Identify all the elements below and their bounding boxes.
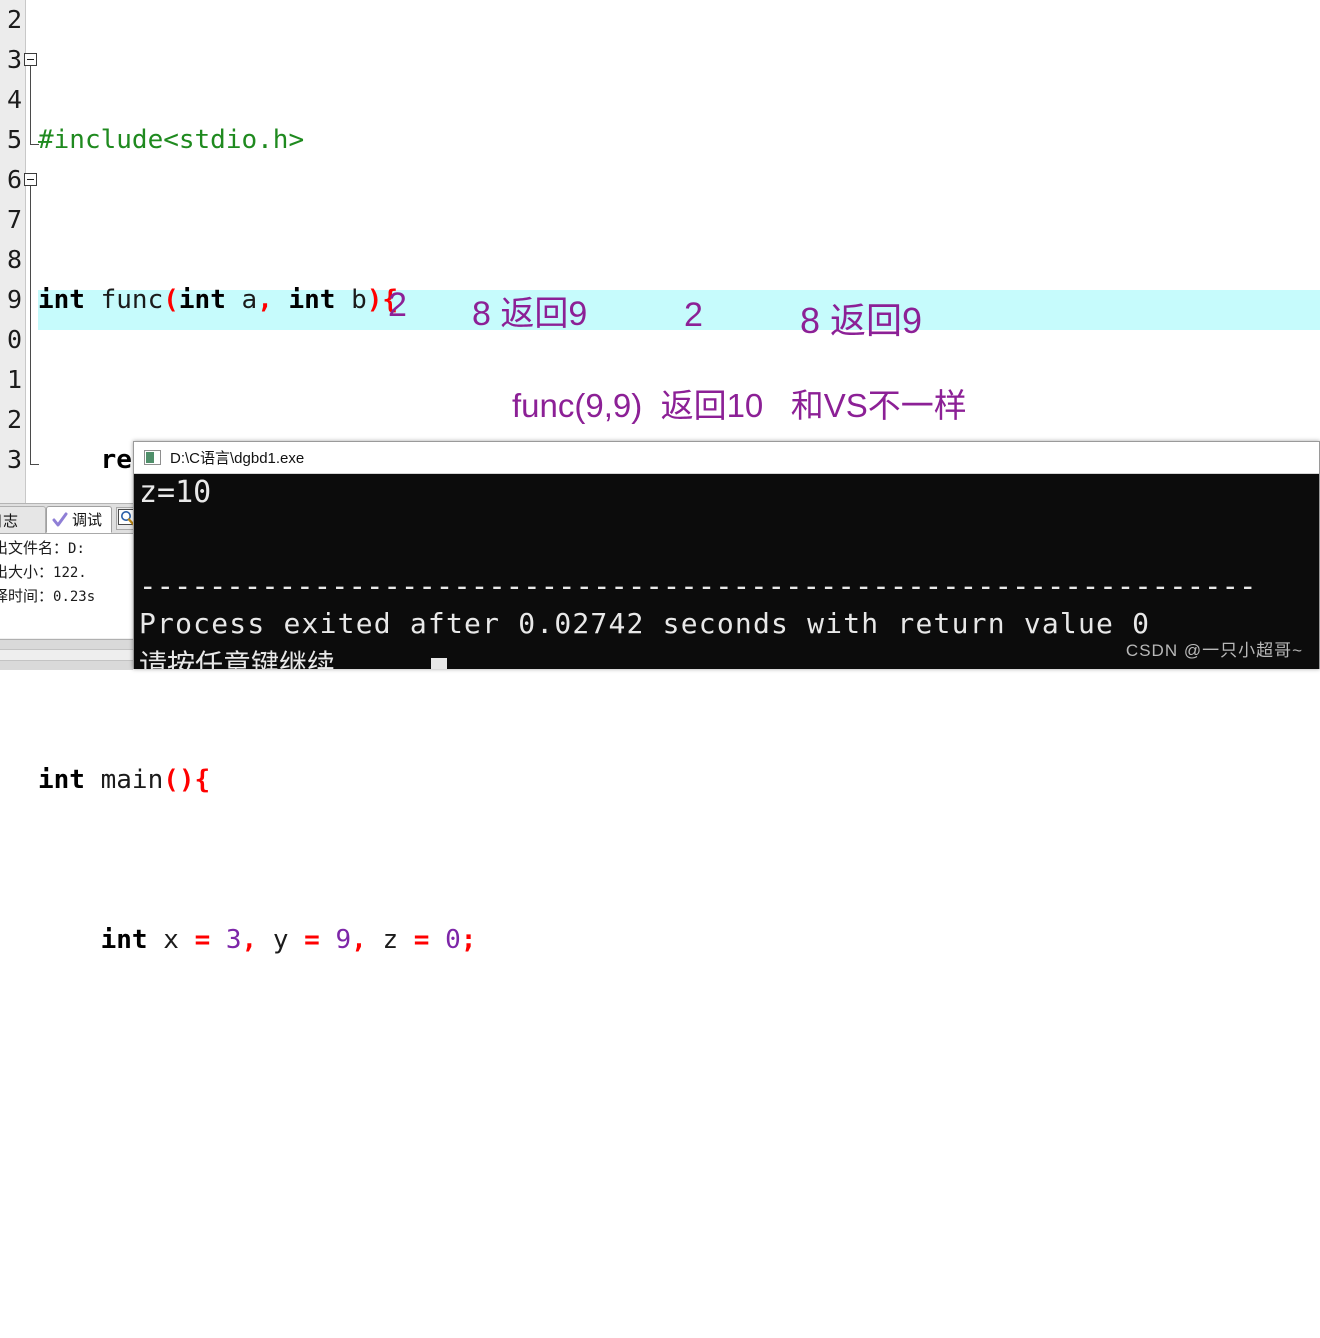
keyword-int: int	[100, 925, 148, 955]
function-name-main: main	[100, 765, 164, 795]
line-number: 2	[6, 5, 22, 34]
code-line[interactable]: int main(){	[26, 760, 1320, 800]
console-exit-message: Process exited after 0.02742 seconds wit…	[139, 607, 1151, 640]
console-title-text: D:\C语言\dgbd1.exe	[170, 450, 305, 467]
tab-log[interactable]: 日志	[0, 506, 46, 533]
keyword-int: int	[288, 285, 336, 315]
csdn-watermark: CSDN @一只小超哥~	[1125, 641, 1303, 660]
log-panel-footer	[0, 639, 133, 670]
literal-9: 9	[335, 925, 352, 955]
line-number: 8	[6, 245, 22, 274]
log-value: D:	[68, 541, 85, 557]
param-b: b	[351, 285, 367, 315]
tab-log-label: 日志	[0, 511, 19, 530]
check-icon	[52, 512, 68, 526]
preprocessor-directive: #include<stdio.h>	[38, 125, 305, 155]
log-row: 输出文件名：D:	[0, 536, 133, 560]
keyword-int: int	[38, 765, 85, 795]
log-label: 编译时间：	[0, 587, 54, 605]
press-any-key-text: 请按任意键继续. . .	[139, 648, 420, 669]
log-row: 输出大小：122.	[0, 560, 133, 584]
log-row: 编译时间：0.23s	[0, 584, 133, 608]
tab-debug-label: 调试	[72, 511, 103, 529]
log-label: 输出大小：	[0, 563, 54, 581]
var-y: y	[272, 925, 289, 955]
line-number: 6	[6, 165, 22, 194]
code-text[interactable]: #include<stdio.h> int func(int a, int b)…	[26, 0, 1320, 1338]
console-title-bar[interactable]: D:\C语言\dgbd1.exe	[134, 442, 1319, 474]
keyword-int: int	[178, 285, 226, 315]
tab-debug[interactable]: 调试	[46, 506, 112, 533]
var-z: z	[382, 925, 399, 955]
horizontal-scrollbar[interactable]	[0, 649, 133, 661]
line-number: 5	[6, 125, 22, 154]
annotation-left-result: 8 返回9	[472, 295, 588, 333]
code-line-empty[interactable]	[26, 1080, 1320, 1120]
code-line-empty-highlighted[interactable]	[26, 1200, 1320, 1240]
var-x: x	[163, 925, 179, 955]
console-program-output: z=10	[139, 475, 212, 510]
code-line[interactable]: int x = 3, y = 9, z = 0;	[26, 920, 1320, 960]
annotation-right-result: 8 返回9	[800, 300, 923, 341]
code-line[interactable]: #include<stdio.h>	[26, 120, 1320, 160]
console-window-icon	[144, 450, 161, 465]
magnifier-icon	[118, 509, 133, 526]
code-line[interactable]: int func(int a, int b){	[26, 280, 1320, 320]
console-press-any-key: 请按任意键继续. . .	[139, 643, 448, 669]
log-tab-strip[interactable]: 日志 调试	[0, 504, 133, 534]
search-log-button[interactable]	[116, 507, 133, 530]
annotation-final-result: func(9,9) 返回10 和VS不一样	[512, 387, 967, 424]
literal-3: 3	[225, 925, 242, 955]
line-number: 1	[6, 365, 22, 394]
line-number: 3	[6, 445, 22, 474]
log-rows: 输出文件名：D: 输出大小：122. 编译时间：0.23s	[0, 534, 133, 638]
annotation-right-first-arg: 2	[684, 296, 703, 334]
line-number: 3	[6, 45, 22, 74]
line-number: 7	[6, 205, 22, 234]
keyword-int: int	[38, 285, 85, 315]
line-number: 4	[6, 85, 22, 114]
function-name: func	[100, 285, 164, 315]
compile-log-panel[interactable]: 日志 调试 输出文件名：D: 输出大小：122. 编译时间：0.23s	[0, 503, 133, 670]
console-window[interactable]: D:\C语言\dgbd1.exe z=10 ------------------…	[133, 441, 1320, 669]
console-output[interactable]: z=10 -----------------------------------…	[134, 474, 1319, 669]
annotation-left-first-arg: 2	[388, 286, 407, 324]
line-number-column: 2 3 4 5 6 7 8 9 0 1 2 3	[0, 0, 24, 480]
literal-0: 0	[445, 925, 461, 955]
log-label: 输出文件名：	[0, 539, 69, 557]
console-separator: ----------------------------------------…	[139, 569, 1257, 603]
console-cursor	[431, 658, 448, 669]
line-number: 0	[6, 325, 22, 354]
line-number: 2	[6, 405, 22, 434]
log-value: 122.	[53, 565, 87, 581]
line-number: 9	[6, 285, 22, 314]
param-a: a	[241, 285, 258, 315]
log-value: 0.23s	[53, 589, 96, 605]
